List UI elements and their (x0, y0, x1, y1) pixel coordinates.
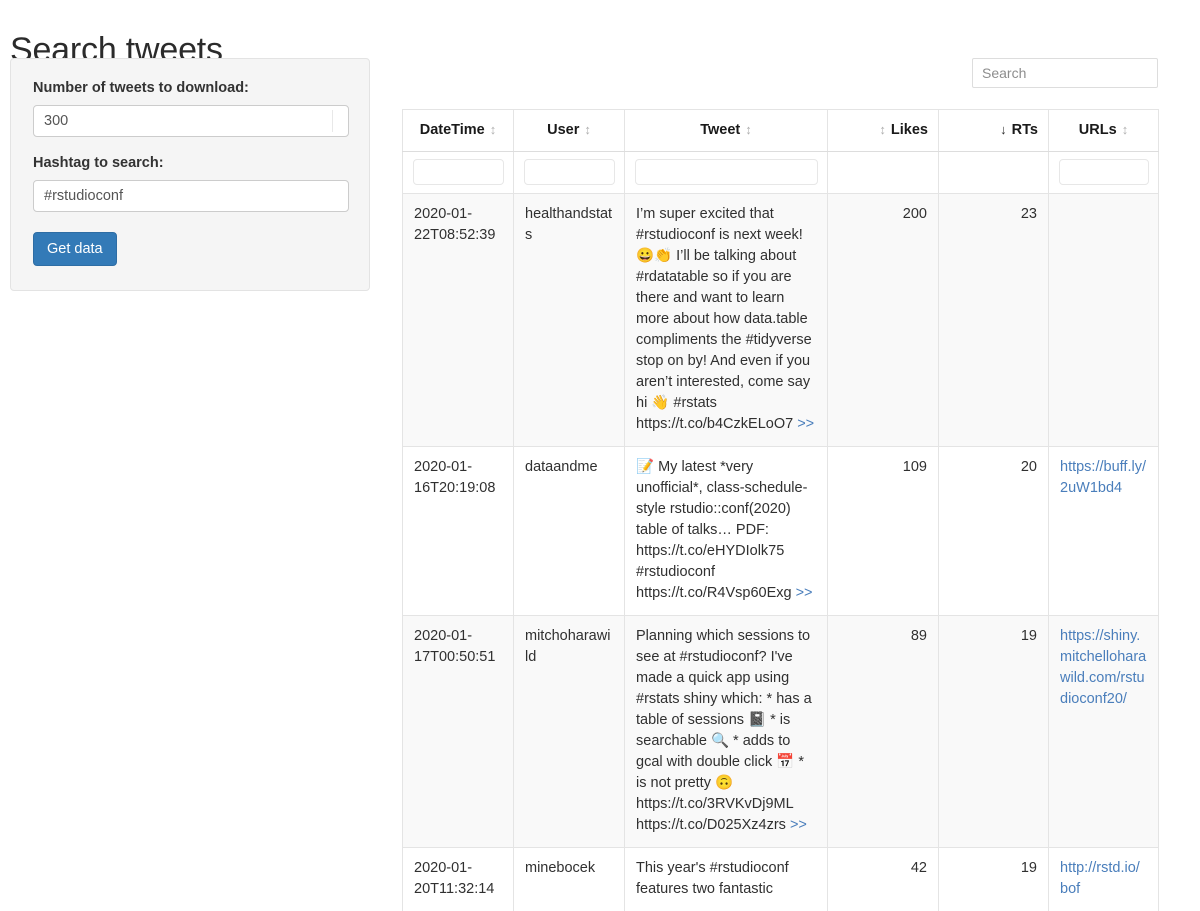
filter-input-urls[interactable] (1059, 159, 1149, 185)
sidebar-panel: Number of tweets to download: Hashtag to… (10, 58, 370, 291)
column-header-label: URLs (1078, 122, 1117, 138)
sort-indicator-icon: ↕ (879, 122, 886, 137)
cell-datetime: 2020-01-20T11:32:14 (402, 847, 514, 911)
table-header-row: DateTime ↕ User ↕ Tweet ↕ ↕ Likes ↓ RTs URLs … (402, 109, 1159, 152)
tweet-text: 📝 My latest *very unofficial*, class-sch… (636, 459, 808, 601)
cell-tweet: Planning which sessions to see at #rstud… (624, 615, 828, 848)
cell-datetime: 2020-01-22T08:52:39 (402, 193, 514, 447)
table-row[interactable]: 2020-01-16T20:19:08 dataandme 📝 My latest … (402, 446, 1159, 616)
cell-user: mitchoharawild (513, 615, 625, 848)
filter-cell-datetime (402, 151, 514, 194)
column-header-label: Tweet (700, 122, 741, 138)
table-row[interactable]: 2020-01-22T08:52:39 healthandstats I’m sup… (402, 193, 1159, 447)
hashtag-input[interactable] (33, 180, 349, 212)
cell-datetime: 2020-01-17T00:50:51 (402, 615, 514, 848)
filter-cell-rts (938, 151, 1049, 194)
column-header-likes[interactable]: ↕ Likes (827, 109, 939, 152)
app-root: Search tweets Number of tweets to downlo… (0, 0, 1200, 911)
cell-urls: http://rstd.io/bof (1048, 847, 1159, 911)
filter-input-user[interactable] (524, 159, 615, 185)
table-search-row (402, 58, 1158, 88)
cell-rts: 19 (938, 615, 1049, 848)
cell-likes: 42 (827, 847, 939, 911)
filter-cell-user (513, 151, 625, 194)
filter-input-tweet[interactable] (635, 159, 818, 185)
filter-cell-urls (1048, 151, 1159, 194)
column-header-user[interactable]: User ↕ (513, 109, 625, 152)
cell-user: dataandme (513, 446, 625, 616)
column-header-urls[interactable]: URLs ↕ (1048, 109, 1159, 152)
url-link[interactable]: https://shiny.mitchelloharawild.com/rstu… (1060, 628, 1146, 707)
number-stepper-divider-icon (332, 110, 333, 132)
expand-tweet-link[interactable]: >> (796, 585, 813, 601)
url-link[interactable]: https://buff.ly/2uW1bd4 (1060, 459, 1146, 496)
search-input[interactable] (972, 58, 1158, 88)
tweets-table: DateTime ↕ User ↕ Tweet ↕ ↕ Likes ↓ RTs URLs … (402, 109, 1159, 911)
cell-likes: 89 (827, 615, 939, 848)
table-area: DateTime ↕User ↕Tweet ↕↕ Likes↓ RTsURLs … (402, 58, 1159, 911)
filter-cell-likes (827, 151, 939, 194)
cell-urls (1048, 193, 1159, 447)
tweet-text: I’m super excited that #rstudioconf is n… (636, 206, 816, 432)
cell-rts: 23 (938, 193, 1049, 447)
cell-rts: 19 (938, 847, 1049, 911)
table-row[interactable]: 2020-01-17T00:50:51 mitchoharawild Plannin… (402, 615, 1159, 848)
filter-cell-tweet (624, 151, 828, 194)
cell-user: minebocek (513, 847, 625, 911)
num-tweets-wrapper (33, 105, 349, 137)
column-header-label: User (547, 122, 580, 138)
expand-tweet-link[interactable]: >> (790, 817, 807, 833)
cell-tweet: I’m super excited that #rstudioconf is n… (624, 193, 828, 447)
column-header-label: DateTime (419, 122, 485, 138)
cell-likes: 200 (827, 193, 939, 447)
table-body: 2020-01-22T08:52:39 healthandstats I’m sup… (402, 193, 1159, 911)
cell-urls: https://buff.ly/2uW1bd4 (1048, 446, 1159, 616)
sort-indicator-icon: ↕ (584, 122, 591, 137)
sort-indicator-icon: ↕ (489, 122, 497, 137)
table-row[interactable]: 2020-01-20T11:32:14 minebocek This year's … (402, 847, 1159, 911)
filter-input-datetime[interactable] (413, 159, 504, 185)
table-filter-row (402, 151, 1159, 194)
sort-indicator-icon: ↓ (1000, 122, 1007, 137)
expand-tweet-link[interactable]: >> (797, 416, 814, 432)
cell-rts: 20 (938, 446, 1049, 616)
column-header-tweet[interactable]: Tweet ↕ (624, 109, 828, 152)
sort-indicator-icon: ↕ (1121, 122, 1129, 137)
column-header-rts[interactable]: ↓ RTs (938, 109, 1049, 152)
get-data-button[interactable]: Get data (33, 232, 117, 266)
column-header-label: Likes (890, 122, 928, 138)
column-header-datetime[interactable]: DateTime ↕ (402, 109, 514, 152)
hashtag-label: Hashtag to search: (33, 155, 164, 171)
table-head: DateTime ↕ User ↕ Tweet ↕ ↕ Likes ↓ RTs URLs … (402, 109, 1159, 194)
tweet-text: Planning which sessions to see at #rstud… (636, 628, 816, 833)
sort-indicator-icon: ↕ (745, 122, 752, 137)
cell-user: healthandstats (513, 193, 625, 447)
url-link[interactable]: http://rstd.io/bof (1060, 860, 1140, 897)
cell-datetime: 2020-01-16T20:19:08 (402, 446, 514, 616)
column-header-label: RTs (1011, 122, 1038, 138)
cell-tweet: 📝 My latest *very unofficial*, class-sch… (624, 446, 828, 616)
cell-likes: 109 (827, 446, 939, 616)
num-tweets-input[interactable] (33, 105, 349, 137)
cell-tweet: This year's #rstudioconf features two fa… (624, 847, 828, 911)
tweet-text: This year's #rstudioconf features two fa… (636, 860, 793, 897)
num-tweets-label: Number of tweets to download: (33, 80, 249, 96)
cell-urls: https://shiny.mitchelloharawild.com/rstu… (1048, 615, 1159, 848)
